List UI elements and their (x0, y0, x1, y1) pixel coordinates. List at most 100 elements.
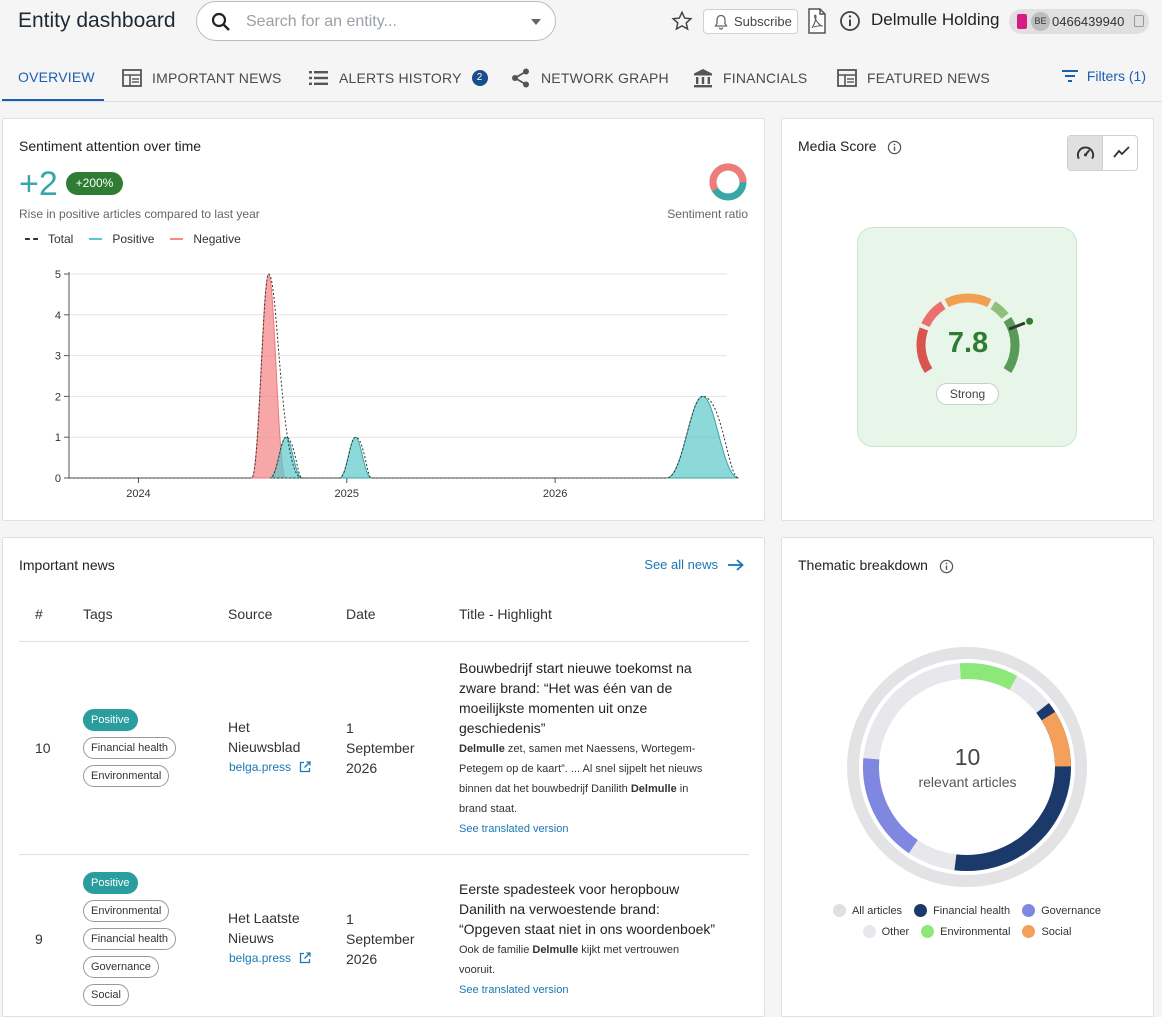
tab-label: IMPORTANT NEWS (152, 69, 282, 86)
tag: Environmental (83, 765, 170, 787)
date-line: 1 (346, 911, 354, 927)
news-title[interactable]: Bouwbedrijf start nieuwe toekomst na zwa… (459, 658, 739, 738)
date-line: 1 (346, 720, 354, 736)
media-score-card: Media Score 7.8 Strong (781, 118, 1154, 521)
score-view-toggle (1067, 135, 1138, 171)
speedometer-icon (1076, 146, 1095, 160)
legend-environmental[interactable]: Environmental (921, 925, 1010, 938)
legend-label: Financial health (933, 904, 1011, 917)
tab-network-graph[interactable]: NETWORK GRAPH (511, 54, 669, 101)
pdf-icon[interactable] (808, 8, 826, 34)
info-icon[interactable] (839, 10, 861, 32)
y-tick-label: 0 (55, 473, 61, 485)
trend-line-icon (1113, 146, 1130, 158)
media-score-header: Media Score (798, 138, 902, 155)
chevron-down-icon[interactable] (531, 19, 541, 25)
y-tick-label: 5 (55, 269, 61, 281)
chart-legend: Total Positive Negative (25, 232, 241, 246)
row-number: 9 (35, 931, 43, 947)
source-line: Nieuws (228, 930, 274, 946)
date-line: September (346, 740, 415, 756)
percent-badge: +200% (66, 172, 123, 195)
row-number: 10 (35, 740, 51, 756)
source-link-label: belga.press (229, 760, 292, 774)
tag-positive: Positive (83, 872, 138, 894)
see-translated-link[interactable]: See translated version (459, 984, 568, 996)
legend-dot (832, 904, 846, 917)
source-line: Het Laatste (228, 910, 300, 926)
source-line: Nieuwsblad (228, 739, 301, 755)
tag: Social (83, 984, 129, 1006)
x-tick-label: 2025 (335, 488, 359, 500)
tab-label: NETWORK GRAPH (541, 69, 669, 86)
legend-label: Total (48, 232, 74, 246)
legend-all-articles[interactable]: All articles (832, 904, 902, 917)
source-link[interactable]: belga.press (229, 760, 311, 774)
tab-label: FINANCIALS (723, 69, 808, 86)
filters-button[interactable]: Filters (1) (1061, 68, 1146, 84)
legend-total[interactable]: Total (25, 232, 73, 246)
see-all-label: See all news (644, 557, 718, 572)
tab-featured-news[interactable]: FEATURED NEWS (837, 54, 990, 101)
title-line: geschiedenis” (459, 720, 546, 736)
title-line: Danilith na verwoestende brand: (459, 901, 660, 917)
tag: Governance (83, 956, 159, 978)
legend-label: Other (881, 925, 910, 938)
divider (19, 854, 749, 855)
entity-search[interactable]: Search for an entity... (196, 1, 556, 41)
see-translated-link[interactable]: See translated version (459, 823, 568, 835)
tab-label: OVERVIEW (18, 68, 95, 85)
legend-label: Positive (112, 232, 155, 246)
legend-other[interactable]: Other (862, 925, 910, 938)
news-title[interactable]: Eerste spadesteek voor heropbouw Danilit… (459, 879, 739, 939)
x-tick-label: 2024 (126, 488, 150, 500)
tab-label: ALERTS HISTORY (339, 69, 462, 86)
country-code: BE (1031, 12, 1050, 31)
y-tick-label: 1 (55, 432, 61, 444)
trend-view-button[interactable] (1104, 136, 1138, 170)
title-line: zware brand: “Het was één van de (459, 680, 673, 696)
tab-bar: OVERVIEW IMPORTANT NEWS ALERTS HISTORY 2… (0, 54, 1162, 102)
highlight-line: Ook de familie Delmulle kijkt met vertro… (459, 944, 680, 956)
legend-dot (1022, 925, 1036, 938)
see-all-news-link[interactable]: See all news (644, 557, 744, 572)
tab-overview[interactable]: OVERVIEW (2, 54, 104, 101)
tab-important-news[interactable]: IMPORTANT NEWS (122, 54, 282, 101)
highlight-line: brand staat. (459, 803, 518, 815)
tag-positive: Positive (83, 709, 138, 731)
info-icon[interactable] (939, 559, 954, 574)
legend-financial-health[interactable]: Financial health (914, 904, 1010, 917)
star-icon[interactable] (671, 10, 693, 32)
entity-name: Delmulle Holding (871, 10, 1000, 29)
legend-swatch (89, 238, 103, 240)
legend-positive[interactable]: Positive (89, 232, 154, 246)
divider (19, 641, 749, 642)
thematic-legend-row: All articles Financial health Governance (782, 904, 1152, 917)
thematic-header: Thematic breakdown (798, 557, 954, 574)
legend-negative[interactable]: Negative (170, 232, 241, 246)
legend-dot (914, 904, 928, 917)
legend-governance[interactable]: Governance (1022, 904, 1101, 917)
sentiment-ratio-donut[interactable] (707, 161, 749, 203)
page-title: Entity dashboard (18, 9, 176, 32)
gauge-view-button[interactable] (1068, 136, 1103, 170)
copy-icon[interactable] (1134, 15, 1144, 27)
sentiment-title: Sentiment attention over time (19, 138, 202, 154)
tab-financials[interactable]: FINANCIALS (693, 54, 807, 101)
legend-social[interactable]: Social (1022, 925, 1071, 938)
tag: Financial health (83, 737, 177, 759)
thematic-count: 10 (954, 744, 981, 770)
legend-swatch (25, 238, 38, 240)
source-link[interactable]: belga.press (229, 951, 311, 965)
title-line: Bouwbedrijf start nieuwe toekomst na (459, 660, 692, 676)
gauge-segment-below (921, 301, 946, 328)
tab-alerts-history[interactable]: ALERTS HISTORY 2 (309, 54, 488, 101)
news-date: 1 September 2026 (346, 718, 414, 778)
filter-icon (1061, 70, 1078, 82)
column-header-source: Source (228, 606, 273, 622)
info-icon[interactable] (887, 140, 902, 155)
subscribe-button[interactable]: Subscribe (703, 9, 798, 34)
vat-chip: BE 0466439940 (1009, 9, 1149, 34)
sentiment-big-number: +2 (19, 165, 58, 203)
column-header-number: # (35, 606, 43, 622)
